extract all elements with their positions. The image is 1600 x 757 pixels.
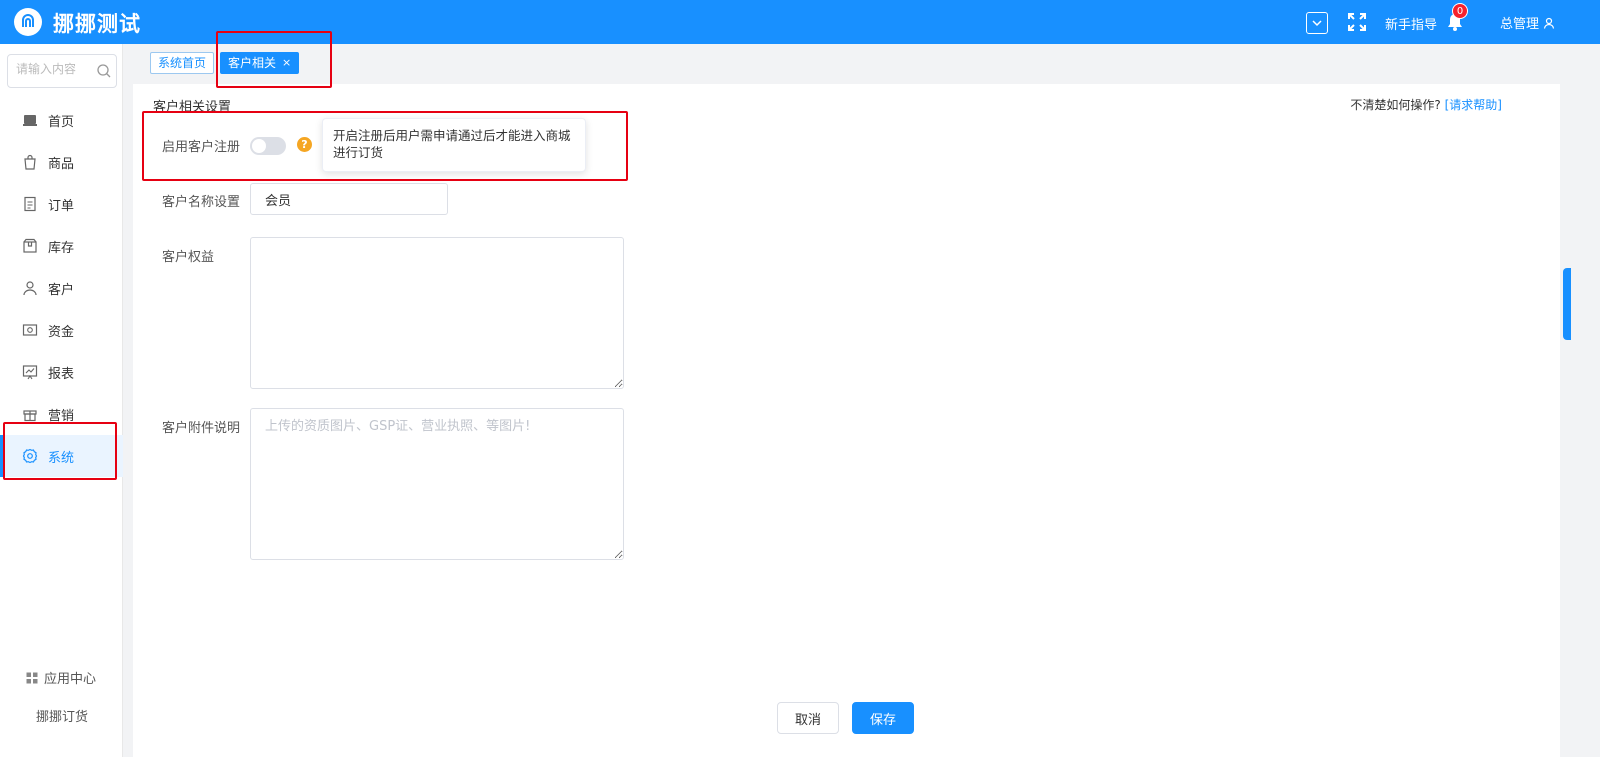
grid-icon [26, 672, 38, 683]
app-center-link[interactable]: 应用中心 [26, 668, 96, 687]
user-icon [1543, 17, 1555, 29]
attachment-textarea[interactable] [250, 408, 624, 560]
dropdown-toggle-button[interactable] [1306, 12, 1328, 34]
chevron-down-icon [1312, 20, 1322, 27]
sidebar-item-label: 资金 [48, 324, 75, 340]
help-prefix: 不清楚如何操作? [1350, 98, 1441, 112]
sidebar-item-marketing[interactable]: 营销 [0, 393, 123, 435]
top-bar: 挪挪测试 新手指导 0 总管理 [0, 0, 1600, 44]
help-request-link[interactable]: [请求帮助] [1445, 98, 1502, 112]
app-brand: 挪挪测试 [53, 12, 141, 36]
logo-icon [14, 8, 42, 36]
sidebar-item-products[interactable]: 商品 [0, 141, 123, 183]
sidebar-item-label: 首页 [48, 114, 75, 130]
close-icon[interactable]: × [282, 53, 291, 73]
gear-icon [22, 448, 38, 464]
sidebar-item-label: 报表 [48, 366, 75, 382]
save-button[interactable]: 保存 [852, 702, 914, 734]
name-setting-label: 客户名称设置 [162, 195, 241, 210]
benefits-label: 客户权益 [162, 250, 215, 265]
sidebar-item-customers[interactable]: 客户 [0, 267, 123, 309]
sidebar-item-system[interactable]: 系统 [0, 435, 123, 477]
sidebar-item-label: 库存 [48, 240, 75, 256]
cancel-button[interactable]: 取消 [777, 702, 839, 734]
enable-registration-label: 启用客户注册 [162, 140, 241, 155]
side-float-tab[interactable] [1563, 268, 1571, 340]
chart-icon [22, 364, 38, 380]
user-icon [22, 280, 38, 296]
sidebar-search [7, 54, 117, 88]
tab-system-home[interactable]: 系统首页 [150, 52, 215, 74]
notification-badge: 0 [1452, 3, 1468, 19]
sidebar-item-reports[interactable]: 报表 [0, 351, 123, 393]
tab-label: 客户相关 [228, 56, 277, 70]
sidebar-item-funds[interactable]: 资金 [0, 309, 123, 351]
home-icon [22, 112, 38, 128]
sidebar-item-label: 营销 [48, 408, 75, 424]
benefits-textarea[interactable] [250, 237, 624, 389]
box-icon [22, 238, 38, 254]
registration-tooltip: 开启注册后用户需申请通过后才能进入商城进行订货 [322, 118, 586, 172]
document-icon [22, 196, 38, 212]
sidebar-item-label: 系统 [48, 450, 75, 466]
section-title: 客户相关设置 [153, 100, 232, 115]
sidebar-item-orders[interactable]: 订单 [0, 183, 123, 225]
switch-knob [252, 139, 266, 153]
footer-brand: 挪挪订货 [36, 710, 89, 725]
sidebar-item-label: 客户 [48, 282, 75, 298]
sidebar-item-label: 商品 [48, 156, 75, 172]
user-menu[interactable]: 总管理 [1500, 13, 1555, 32]
guide-link[interactable]: 新手指导 [1385, 14, 1437, 33]
page-tabs: 系统首页 客户相关 × [150, 52, 300, 74]
sidebar-menu: 首页 商品 订单 库存 客户 资金 报表 营销 系统 [0, 99, 123, 477]
user-name: 总管理 [1500, 17, 1540, 32]
customer-name-input[interactable] [250, 183, 448, 215]
sidebar-item-home[interactable]: 首页 [0, 99, 123, 141]
tab-label: 系统首页 [158, 56, 207, 70]
search-icon[interactable] [96, 63, 112, 79]
app-center-label: 应用中心 [44, 672, 97, 687]
sidebar: 首页 商品 订单 库存 客户 资金 报表 营销 [0, 44, 123, 757]
search-input[interactable] [16, 62, 94, 76]
enable-registration-switch[interactable] [250, 137, 286, 155]
right-gutter [1560, 44, 1600, 757]
attachment-label: 客户附件说明 [162, 421, 241, 436]
fullscreen-icon[interactable] [1347, 12, 1367, 32]
sidebar-item-label: 订单 [48, 198, 75, 214]
bag-icon [22, 154, 38, 170]
tab-customer-settings[interactable]: 客户相关 × [220, 52, 300, 74]
gift-icon [22, 406, 38, 422]
sidebar-item-inventory[interactable]: 库存 [0, 225, 123, 267]
money-icon [22, 322, 38, 338]
help-question-icon[interactable]: ? [297, 137, 312, 152]
help-text: 不清楚如何操作? [请求帮助] [1350, 96, 1502, 113]
